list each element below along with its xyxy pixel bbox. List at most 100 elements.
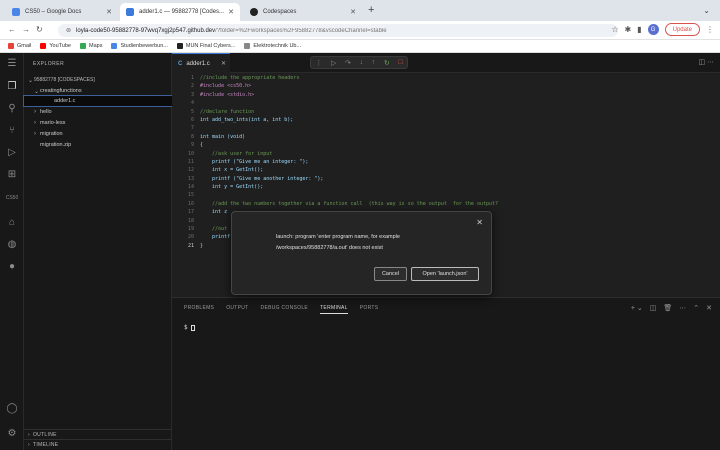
code-line[interactable]: 7 — [172, 125, 720, 133]
tree-item-folder[interactable]: › hello — [24, 107, 172, 117]
code-line[interactable]: 8 int main (void) — [172, 134, 720, 142]
cs50-icon[interactable]: CS50 — [5, 195, 19, 201]
github-icon[interactable]: ● — [5, 261, 19, 272]
terminal[interactable]: $ — [184, 324, 195, 331]
source-control-icon[interactable]: ⑂ — [5, 125, 19, 136]
tree-item-folder[interactable]: ⌄ creatingfunctions — [24, 86, 172, 96]
outline-section[interactable]: › OUTLINE — [24, 429, 172, 439]
search-icon[interactable]: ⚲ — [5, 103, 19, 114]
tree-item-folder[interactable]: › mario-less — [24, 118, 172, 128]
forward-icon[interactable]: → — [22, 25, 30, 34]
line-text: #include <stdio.h> — [200, 91, 255, 98]
code-line[interactable]: 5 //declare function — [172, 109, 720, 117]
new-tab-icon[interactable]: + — [368, 4, 374, 16]
sidepanel-icon[interactable]: ▮ — [637, 25, 641, 34]
back-icon[interactable]: ← — [8, 25, 16, 34]
terminal-cursor — [190, 324, 195, 331]
extensions-icon[interactable]: ⊞ — [5, 169, 19, 180]
line-text: int y = GetInt(); — [200, 184, 264, 191]
maximize-icon[interactable]: ⌃ — [693, 304, 699, 312]
code-line[interactable]: 12 int x = GetInt(); — [172, 167, 720, 175]
url-input[interactable]: ⊜ loyla-code50-95882778-97wvq7xgj2p547.g… — [58, 24, 618, 37]
tree-item-file[interactable]: migration.zip — [24, 140, 172, 150]
menu-icon[interactable]: ☰ — [5, 58, 19, 69]
close-icon[interactable]: ✕ — [350, 8, 356, 16]
bookmark-gmail[interactable]: Gmail — [8, 43, 31, 49]
avatar[interactable]: G — [647, 24, 659, 35]
timeline-label: TIMELINE — [32, 441, 59, 448]
code-line[interactable]: 3 #include <stdio.h> — [172, 92, 720, 100]
tree-item-label: adder1.c — [54, 98, 76, 104]
url-host: loyla-code50-95882778-97wvq7xgj2p547.git… — [76, 27, 216, 34]
drag-handle-icon[interactable]: ⋮ — [315, 59, 322, 67]
step-over-icon[interactable]: ↷ — [345, 59, 351, 67]
update-button[interactable]: Update — [664, 23, 700, 36]
run-debug-icon[interactable]: ▷ — [5, 147, 19, 158]
stop-icon[interactable]: □ — [398, 59, 402, 66]
remote-icon[interactable]: ⌂ — [5, 217, 19, 228]
close-icon[interactable]: ✕ — [476, 218, 483, 227]
tree-item-label: mario-less — [40, 120, 66, 126]
restart-icon[interactable]: ↻ — [384, 59, 390, 67]
account-icon[interactable]: ◯ — [5, 403, 19, 414]
timeline-section[interactable]: › TIMELINE — [24, 439, 172, 449]
close-icon[interactable]: ✕ — [706, 304, 712, 312]
code-line[interactable]: 16 //add the two numbers together via a … — [172, 201, 720, 209]
browser-tab-codespaces[interactable]: Codespaces ✕ — [244, 3, 362, 21]
tab-output[interactable]: OUTPUT — [226, 305, 248, 314]
tab-terminal[interactable]: TERMINAL — [320, 305, 348, 314]
cancel-button[interactable]: Cancel — [374, 267, 407, 281]
editor-tab-bar: C adder1.c ✕ ⋮ ▷ ↷ ↓ ↑ ↻ □ ◫ ⋯ — [172, 53, 720, 73]
bookmark-mun[interactable]: MUN Final Cybers... — [176, 43, 235, 49]
tree-item-file-selected[interactable]: adder1.c — [23, 95, 173, 107]
continue-icon[interactable]: ▷ — [331, 59, 336, 67]
trash-icon[interactable]: 🗑 — [663, 304, 672, 312]
split-editor-icon[interactable]: ◫ ⋯ — [698, 58, 714, 66]
tab-debug-console[interactable]: DEBUG CONSOLE — [261, 305, 309, 314]
step-into-icon[interactable]: ↓ — [360, 59, 364, 66]
code-line[interactable]: 14 int y = GetInt(); — [172, 184, 720, 192]
workspace-root[interactable]: ⌄ 95882778 [CODESPACES] — [24, 75, 172, 85]
site-info-icon[interactable]: ⊜ — [66, 27, 71, 34]
step-out-icon[interactable]: ↑ — [372, 59, 376, 66]
bookmark-elektrotechnik[interactable]: Elektrotechnik Ub... — [244, 43, 301, 49]
extensions-icon[interactable]: ✱ — [625, 25, 632, 34]
code-line[interactable]: 15 — [172, 192, 720, 200]
code-line[interactable]: 13 printf ("Give me another integer: "); — [172, 176, 720, 184]
editor-tab-adder1[interactable]: C adder1.c ✕ — [172, 53, 230, 73]
code-line[interactable]: 6 int add_two_ints(int a, int b); — [172, 117, 720, 125]
code-line[interactable]: 10 //ask user for input — [172, 151, 720, 159]
close-icon[interactable]: ✕ — [221, 60, 226, 67]
reload-icon[interactable]: ↻ — [36, 25, 43, 34]
code-line[interactable]: 11 printf ("Give me an integer: "); — [172, 159, 720, 167]
files-icon[interactable]: ❐ — [5, 81, 19, 92]
tab-problems[interactable]: PROBLEMS — [184, 305, 214, 314]
line-number: 21 — [187, 242, 194, 249]
code-line[interactable]: 2 #include <cs50.h> — [172, 83, 720, 91]
split-terminal-icon[interactable]: ◫ — [650, 304, 657, 312]
browser-tab-vscode[interactable]: adder1.c — 95882778 [Codes... ✕ — [120, 3, 240, 21]
browser-tab-google-docs[interactable]: CS50 – Google Docs ✕ — [6, 3, 118, 21]
bookmark-youtube[interactable]: YouTube — [40, 43, 71, 49]
bookmark-label: Elektrotechnik Ub... — [253, 43, 302, 49]
chat-icon[interactable]: ◍ — [5, 239, 19, 250]
star-icon[interactable]: ☆ — [611, 25, 618, 34]
tab-ports[interactable]: PORTS — [360, 305, 379, 314]
bookmark-maps[interactable]: Maps — [80, 43, 102, 49]
close-icon[interactable]: ✕ — [228, 8, 234, 16]
close-icon[interactable]: ✕ — [106, 8, 112, 16]
bookmark-label: Maps — [89, 43, 103, 49]
line-number: 10 — [187, 150, 194, 157]
gear-icon[interactable]: ⚙ — [5, 428, 19, 439]
code-line[interactable]: 9{ — [172, 142, 720, 150]
code-line[interactable]: 4 — [172, 100, 720, 108]
chevron-down-icon[interactable]: ⌄ — [703, 6, 710, 15]
add-terminal-icon[interactable]: + ⌄ — [631, 304, 643, 312]
open-launch-json-button[interactable]: Open 'launch.json' — [411, 267, 479, 281]
more-icon[interactable]: ⋯ — [679, 304, 686, 312]
code-line[interactable]: 1 //include the appropriate headers — [172, 75, 720, 83]
tree-item-folder[interactable]: › migration — [24, 129, 172, 139]
bookmark-studienbewerbung[interactable]: Studienbewerbun... — [111, 43, 168, 49]
more-icon[interactable]: ⋮ — [706, 25, 714, 34]
panel-actions: + ⌄ ◫ 🗑 ⋯ ⌃ ✕ — [631, 304, 712, 312]
